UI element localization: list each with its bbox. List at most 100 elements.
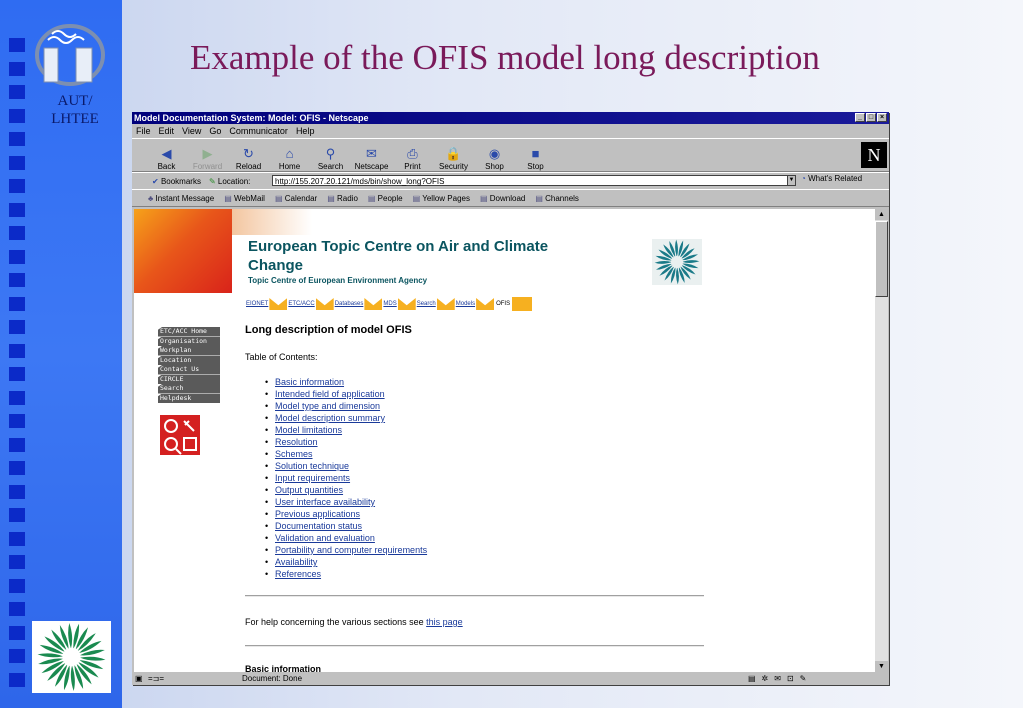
bookmarks-button[interactable]: ✔ Bookmarks xyxy=(152,177,201,186)
toc-link[interactable]: Previous applications xyxy=(275,509,360,519)
search-button[interactable]: ⚲ Search xyxy=(310,146,351,171)
breadcrumb-link[interactable]: EIONET xyxy=(246,301,268,307)
home-button[interactable]: ⌂ Home xyxy=(269,146,310,171)
toc-item: Intended field of application xyxy=(265,388,427,400)
netscape-logo-icon[interactable]: N xyxy=(861,142,887,168)
personal-radio-button[interactable]: ▤ Radio xyxy=(327,194,358,203)
toc-link[interactable]: Solution technique xyxy=(275,461,349,471)
toc-link[interactable]: References xyxy=(275,569,321,579)
security-button[interactable]: 🔒 Security xyxy=(433,146,474,171)
maximize-button[interactable]: □ xyxy=(866,113,876,122)
reload-button[interactable]: ↻ Reload xyxy=(228,146,269,171)
vertical-scrollbar[interactable]: ▲ ▼ xyxy=(875,209,888,672)
print-button[interactable]: ⎙ Print xyxy=(392,146,433,171)
toc-item: Portability and computer requirements xyxy=(265,544,427,556)
toc-link[interactable]: Validation and evaluation xyxy=(275,533,375,543)
decorative-square xyxy=(9,85,25,99)
site-menu-item[interactable]: Search xyxy=(148,384,220,394)
decorative-square xyxy=(9,226,25,240)
site-menu-item[interactable]: Workplan xyxy=(148,346,220,356)
stop-icon: ■ xyxy=(531,146,540,161)
site-menu-item[interactable]: Location xyxy=(148,355,220,365)
security-status-icon[interactable]: ▣ xyxy=(135,673,143,685)
nav-button-label: Forward xyxy=(192,162,223,171)
netscape-button[interactable]: ✉ Netscape xyxy=(351,146,392,171)
window-title: Model Documentation System: Model: OFIS … xyxy=(134,113,369,123)
menu-edit[interactable]: Edit xyxy=(159,124,175,138)
status-bar: ▣ =⊐= Document: Done ▤✲✉⊡✎ xyxy=(132,673,889,685)
site-menu-item[interactable]: Organisation xyxy=(148,336,220,346)
toc-link[interactable]: Output quantities xyxy=(275,485,343,495)
toc-link[interactable]: Model limitations xyxy=(275,425,342,435)
menu-communicator[interactable]: Communicator xyxy=(229,124,288,138)
toc-link[interactable]: Availability xyxy=(275,557,317,567)
decorative-square xyxy=(9,367,25,381)
print-icon: ⎙ xyxy=(407,146,418,161)
site-menu-item[interactable]: CIRCLE xyxy=(148,374,220,384)
nav-button-label: Home xyxy=(278,162,301,171)
scroll-thumb[interactable] xyxy=(875,221,888,297)
breadcrumb-link[interactable]: Models xyxy=(456,301,475,307)
section-heading-basic-information: Basic information xyxy=(245,664,322,672)
toc-item: Availability xyxy=(265,556,427,568)
decorative-square xyxy=(9,155,25,170)
breadcrumb-link[interactable]: Databases xyxy=(335,301,364,307)
nav-button-label: Back xyxy=(157,162,176,171)
personal-yellow-pages-button[interactable]: ▤ Yellow Pages xyxy=(413,194,470,203)
breadcrumb-link[interactable]: MDS xyxy=(383,301,396,307)
toc-link[interactable]: Basic information xyxy=(275,377,344,387)
toc-link[interactable]: Resolution xyxy=(275,437,318,447)
help-link[interactable]: this page xyxy=(426,617,463,627)
petal xyxy=(670,267,676,284)
toc-link[interactable]: Schemes xyxy=(275,449,313,459)
close-button[interactable]: × xyxy=(877,113,887,122)
site-menu-item[interactable]: ETC/ACC Home xyxy=(148,327,220,337)
location-icon: ✎ xyxy=(208,176,216,186)
toc-link[interactable]: Model type and dimension xyxy=(275,401,380,411)
personal-calendar-button[interactable]: ▤ Calendar xyxy=(275,194,317,203)
toc-link[interactable]: Intended field of application xyxy=(275,389,385,399)
breadcrumb-arrow-icon xyxy=(436,298,455,310)
location-url-field[interactable]: http://155.207.20.121/mds/bin/show_long?… xyxy=(272,175,790,186)
whats-related-button[interactable]: ◔ What's Related xyxy=(801,174,862,183)
menu-view[interactable]: View xyxy=(182,124,201,138)
personal-download-button[interactable]: ▤ Download xyxy=(480,194,525,203)
site-menu-item[interactable]: Contact Us xyxy=(148,365,220,375)
breadcrumb-link[interactable]: Search xyxy=(417,301,436,307)
nav-button-label: Stop xyxy=(527,162,544,171)
tools-icon[interactable] xyxy=(160,415,200,455)
menu-go[interactable]: Go xyxy=(209,124,221,138)
personal-channels-button[interactable]: ▤ Channels xyxy=(535,194,579,203)
scroll-down-icon[interactable]: ▼ xyxy=(875,661,888,672)
breadcrumb: EIONET ETC/ACC Databases MDS Search Models OFI… xyxy=(246,297,533,311)
minimize-button[interactable]: _ xyxy=(855,113,865,122)
toc-link[interactable]: Input requirements xyxy=(275,473,350,483)
stop-button[interactable]: ■ Stop xyxy=(515,146,556,171)
personal-instant-message-button[interactable]: ♣ Instant Message xyxy=(148,194,214,203)
personal-webmail-button[interactable]: ▤ WebMail xyxy=(224,194,265,203)
toc-link[interactable]: Model description summary xyxy=(275,413,385,423)
download-arrow-icon[interactable] xyxy=(512,297,533,311)
bookmark-icon: ▤ xyxy=(274,193,285,203)
toc-link[interactable]: User interface availability xyxy=(275,497,375,507)
eea-logo-icon[interactable] xyxy=(652,239,702,285)
personal-people-button[interactable]: ▤ People xyxy=(368,194,403,203)
site-subtitle: Topic Centre of European Environment Age… xyxy=(248,276,428,285)
breadcrumb-link[interactable]: ETC/ACC xyxy=(288,301,314,307)
location-dropdown-icon[interactable]: ▼ xyxy=(787,175,796,186)
decorative-square xyxy=(9,602,25,616)
site-menu-item[interactable]: Helpdesk xyxy=(148,393,220,403)
toc-link[interactable]: Portability and computer requirements xyxy=(275,545,427,555)
back-button[interactable]: ◀ Back xyxy=(146,146,187,171)
menu-help[interactable]: Help xyxy=(296,124,315,138)
window-titlebar: Model Documentation System: Model: OFIS … xyxy=(132,112,889,124)
toc-link[interactable]: Documentation status xyxy=(275,521,362,531)
decorative-square xyxy=(9,390,25,405)
scroll-up-icon[interactable]: ▲ xyxy=(875,209,888,220)
forward-button[interactable]: ▶ Forward xyxy=(187,146,228,171)
menu-file[interactable]: File xyxy=(136,124,151,138)
decorative-square xyxy=(9,461,25,475)
web-page-content: European Topic Centre on Air and Climate… xyxy=(134,209,875,672)
shop-button[interactable]: ◉ Shop xyxy=(474,146,515,171)
component-bar-icons[interactable]: ▤✲✉⊡✎ xyxy=(748,673,812,685)
